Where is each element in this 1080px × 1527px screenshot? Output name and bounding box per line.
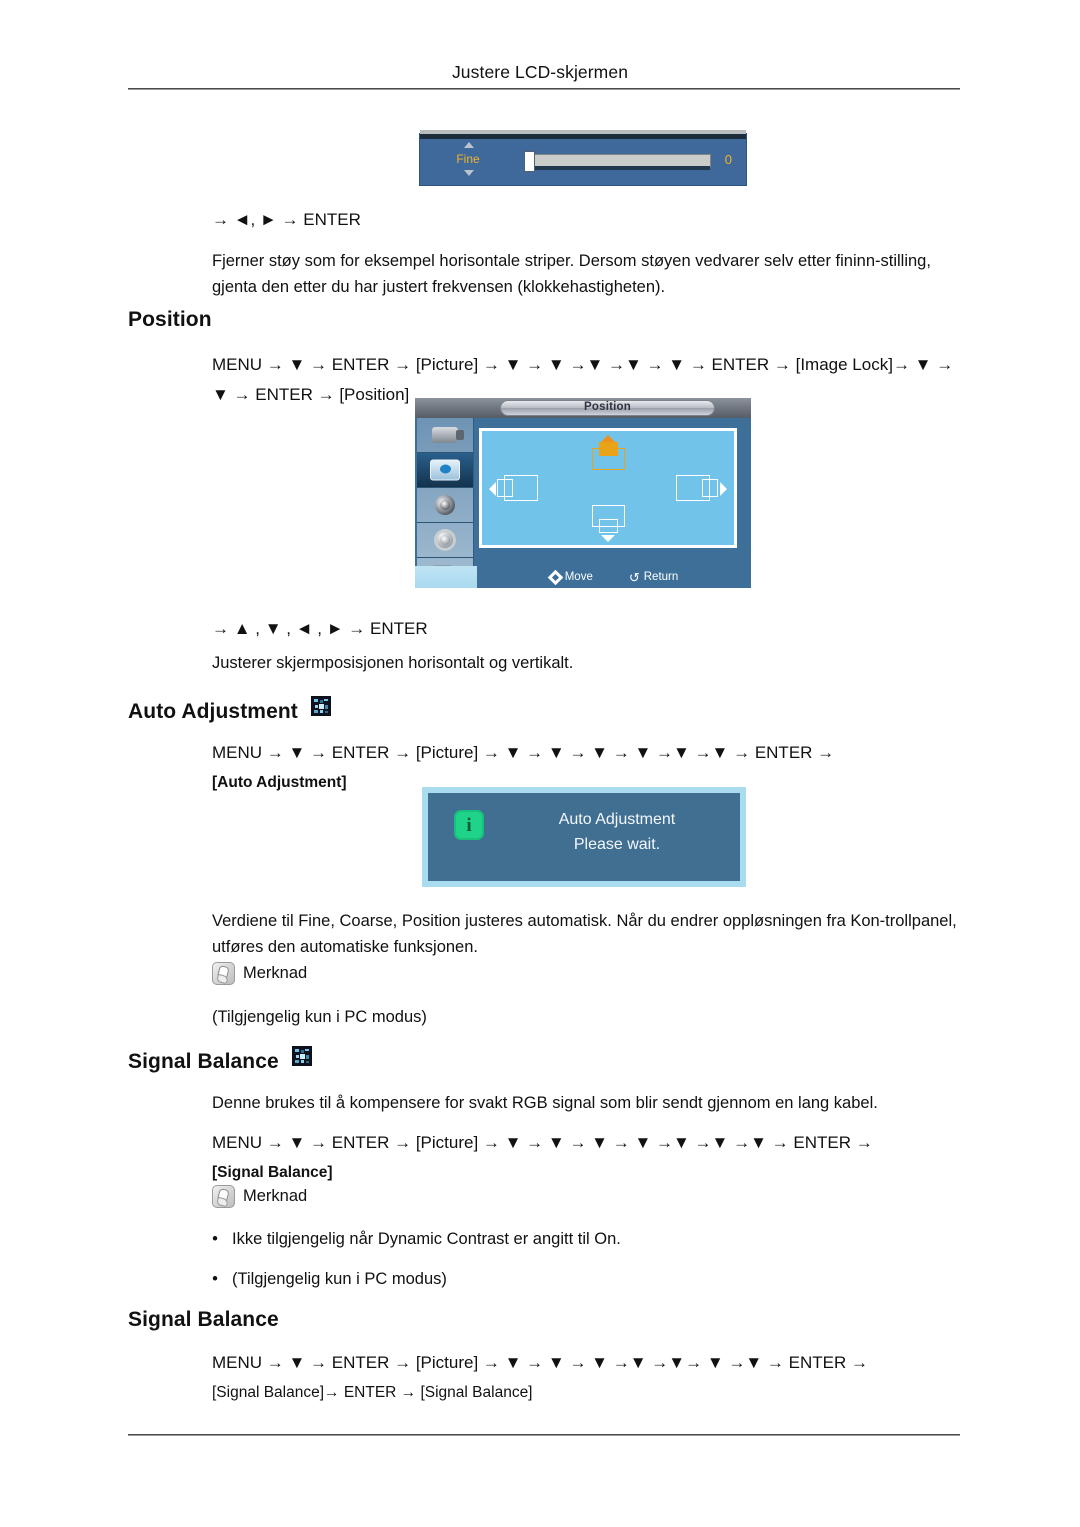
page-header-title: Justere LCD-skjermen	[451, 62, 629, 82]
triangle-up-icon	[601, 435, 615, 442]
signal-balance-path-block: MENU → ▼ → ENTER → [Picture] → ▼ → ▼ → ▼…	[212, 1128, 964, 1188]
position-marker-up[interactable]	[586, 435, 630, 473]
list-item: • Ikke tilgjengelig når Dynamic Contrast…	[212, 1226, 952, 1252]
signal-balance-path-line-2: [Signal Balance]	[212, 1164, 333, 1181]
position-osd-footer: Move ↺ Return	[415, 566, 751, 588]
fine-description-block: Fjerner støy som for eksempel horisontal…	[212, 248, 960, 300]
fine-value: 0	[724, 152, 732, 167]
auto-adjustment-note-label: Merknad	[243, 964, 308, 982]
auto-adjustment-description-block: Verdiene til Fine, Coarse, Position just…	[212, 908, 962, 960]
picture-icon	[430, 459, 460, 481]
position-osd-title: Position	[584, 401, 631, 413]
footer-move-label: Move	[564, 571, 593, 583]
sound-icon	[435, 495, 455, 515]
header-rule	[128, 88, 960, 90]
footer-return-label: Return	[643, 571, 679, 583]
signal-balance-sub-heading: Signal Balance	[128, 1308, 279, 1331]
manual-page: Justere LCD-skjermen Fine 0 → ◄, ► → ENT…	[0, 0, 1080, 1527]
fine-keypath: → ◄, ► → ENTER	[212, 210, 361, 229]
triangle-down-icon	[601, 535, 615, 542]
marker-inner-box	[599, 519, 618, 533]
fine-label: Fine	[456, 152, 480, 166]
position-osd-screen: Position Move ↺ Return	[415, 398, 751, 588]
marker-outer-box	[592, 448, 625, 470]
auto-adjustment-dialog-inner: i Auto Adjustment Please wait.	[428, 793, 740, 881]
footer-rule	[128, 1434, 960, 1436]
signal-balance-note-label: Merknad	[243, 1187, 308, 1205]
position-keypath-block: → ▲ , ▼ , ◄ , ► → ENTER	[212, 614, 962, 644]
position-preview-stage	[479, 428, 737, 548]
position-marker-left[interactable]	[489, 473, 544, 503]
pc-mode-badge-icon	[310, 696, 331, 716]
sidebar-item-input[interactable]	[417, 418, 473, 453]
auto-adjustment-heading-label: Auto Adjustment	[128, 700, 298, 723]
auto-adjustment-note-text: (Tilgjengelig kun i PC modus)	[212, 1008, 427, 1026]
setup-icon	[434, 529, 456, 551]
signal-balance-description-block: Denne brukes til å kompensere for svakt …	[212, 1090, 964, 1116]
fine-osd-widget: Fine 0	[419, 130, 747, 186]
signal-balance-description: Denne brukes til å kompensere for svakt …	[212, 1094, 878, 1112]
signal-balance-bullets: • Ikke tilgjengelig når Dynamic Contrast…	[212, 1226, 952, 1292]
marker-inner-box	[702, 479, 718, 497]
auto-adjustment-dialog: i Auto Adjustment Please wait.	[422, 787, 746, 887]
bullet-dot: •	[212, 1230, 218, 1248]
triangle-down-icon[interactable]	[464, 170, 474, 176]
move-diamond-icon	[547, 569, 563, 585]
footer-items: Move ↺ Return	[477, 566, 751, 588]
signal-balance-heading: Signal Balance	[128, 1046, 312, 1074]
fine-osd-title-bar	[420, 134, 746, 139]
position-path-line-1: MENU → ▼ → ENTER → [Picture] → ▼ → ▼ →▼ …	[212, 355, 954, 374]
info-icon: i	[454, 810, 484, 840]
position-description-block: Justerer skjermposisjonen horisontalt og…	[212, 650, 962, 676]
note-icon	[212, 1185, 235, 1208]
signal-balance-bullet-1: Ikke tilgjengelig når Dynamic Contrast e…	[232, 1230, 621, 1248]
list-item: • (Tilgjengelig kun i PC modus)	[212, 1266, 952, 1292]
note-icon	[212, 962, 235, 985]
auto-adjustment-dialog-text: Auto Adjustment Please wait.	[508, 807, 726, 857]
triangle-up-icon[interactable]	[464, 142, 474, 148]
signal-balance-heading-label: Signal Balance	[128, 1050, 279, 1073]
position-keypath: → ▲ , ▼ , ◄ , ► → ENTER	[212, 619, 428, 638]
fine-slider-handle[interactable]	[524, 151, 535, 172]
marker-inner-box	[497, 479, 513, 497]
auto-adjustment-path-line-1: MENU → ▼ → ENTER → [Picture] → ▼ → ▼ → ▼…	[212, 743, 835, 762]
footer-return: ↺ Return	[629, 571, 678, 584]
fine-slider-track[interactable]	[525, 154, 711, 170]
signal-balance-note-row: Merknad	[212, 1185, 962, 1208]
input-icon	[432, 427, 464, 443]
signal-balance-sub-path-line-1: MENU → ▼ → ENTER → [Picture] → ▼ → ▼ → ▼…	[212, 1353, 868, 1372]
auto-adjustment-note-row: Merknad	[212, 962, 962, 985]
triangle-right-icon	[720, 482, 727, 496]
triangle-left-icon	[489, 482, 496, 496]
sidebar-item-picture[interactable]	[417, 453, 473, 488]
sidebar-item-sound[interactable]	[417, 488, 473, 523]
position-marker-down[interactable]	[586, 503, 630, 542]
return-arrow-icon: ↺	[628, 569, 640, 585]
fine-keypath-block: → ◄, ► → ENTER	[212, 205, 962, 235]
signal-balance-sub-path-block: MENU → ▼ → ENTER → [Picture] → ▼ → ▼ → ▼…	[212, 1348, 964, 1408]
fine-description: Fjerner støy som for eksempel horisontal…	[212, 252, 931, 296]
pc-mode-badge-icon	[291, 1046, 312, 1066]
bullet-dot: •	[212, 1270, 218, 1288]
footer-move: Move	[547, 569, 593, 585]
position-osd-sidebar	[417, 418, 474, 585]
auto-adjustment-dialog-line-2: Please wait.	[573, 836, 661, 853]
position-heading: Position	[128, 308, 212, 331]
position-marker-right[interactable]	[672, 473, 727, 503]
signal-balance-path-line-1: MENU → ▼ → ENTER → [Picture] → ▼ → ▼ → ▼…	[212, 1133, 873, 1152]
auto-adjustment-heading: Auto Adjustment	[128, 696, 331, 724]
auto-adjustment-description: Verdiene til Fine, Coarse, Position just…	[212, 912, 957, 956]
auto-adjustment-dialog-line-1: Auto Adjustment	[558, 811, 676, 828]
auto-adjustment-note-text-block: (Tilgjengelig kun i PC modus)	[212, 1004, 962, 1030]
signal-balance-bullet-2: (Tilgjengelig kun i PC modus)	[232, 1270, 447, 1288]
position-description: Justerer skjermposisjonen horisontalt og…	[212, 654, 574, 672]
signal-balance-sub-path-line-2: [Signal Balance]→ ENTER → [Signal Balanc…	[212, 1384, 533, 1401]
sidebar-item-setup[interactable]	[417, 523, 473, 558]
